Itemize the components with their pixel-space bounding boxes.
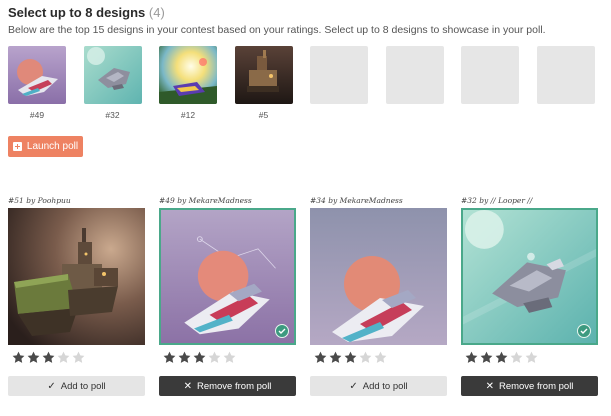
star-rating[interactable]: [314, 351, 447, 365]
empty-poll-slot[interactable]: [385, 46, 444, 120]
design-thumbnail[interactable]: [159, 46, 217, 104]
design-image[interactable]: [310, 208, 447, 345]
design-card: #32 by // Looper // ✕ Remove from poll: [461, 196, 598, 396]
star-empty-icon[interactable]: [223, 351, 236, 364]
star-filled-icon[interactable]: [163, 351, 176, 364]
add-to-poll-button[interactable]: ✓ Add to poll: [310, 376, 447, 396]
star-empty-icon[interactable]: [510, 351, 523, 364]
button-label: Add to poll: [60, 380, 106, 392]
design-thumbnail[interactable]: [8, 46, 66, 104]
page-title: Select up to 8 designs (4): [8, 5, 165, 20]
close-icon: ✕: [485, 380, 494, 392]
star-rating[interactable]: [163, 351, 296, 365]
star-filled-icon[interactable]: [495, 351, 508, 364]
star-filled-icon[interactable]: [329, 351, 342, 364]
empty-slot-placeholder[interactable]: [310, 46, 368, 104]
check-icon: ✓: [47, 380, 56, 392]
star-filled-icon[interactable]: [465, 351, 478, 364]
empty-slot-placeholder[interactable]: [461, 46, 519, 104]
empty-slot-placeholder[interactable]: [385, 46, 444, 104]
slot-number: #49: [29, 110, 45, 120]
empty-poll-slot[interactable]: [310, 46, 368, 120]
empty-poll-slot[interactable]: [536, 46, 595, 120]
slot-number: [310, 110, 368, 120]
design-image[interactable]: [159, 208, 296, 345]
button-label: Add to poll: [362, 380, 408, 392]
star-filled-icon[interactable]: [344, 351, 357, 364]
poll-slots: #49 #32 #12 #5: [8, 46, 611, 120]
design-caption: #51 by Poohpuu: [8, 196, 71, 205]
launch-poll-label: Launch poll: [26, 141, 79, 152]
poll-slot[interactable]: #49: [8, 46, 66, 120]
check-icon: ✓: [349, 380, 358, 392]
selected-check-icon: [275, 324, 289, 338]
design-card: #51 by Poohpuu ✓ Add to poll: [8, 196, 145, 396]
add-to-poll-button[interactable]: ✓ Add to poll: [8, 376, 145, 396]
slot-number: #12: [180, 110, 196, 120]
button-label: Remove from poll: [196, 380, 272, 392]
launch-poll-button[interactable]: Launch poll: [8, 136, 83, 157]
button-label: Remove from poll: [498, 380, 574, 392]
star-rating[interactable]: [465, 351, 598, 365]
selected-check-icon: [577, 324, 591, 338]
slot-number: [461, 110, 519, 120]
star-rating[interactable]: [12, 351, 145, 365]
design-cards: #51 by Poohpuu ✓ Add to poll #49 by Meka…: [8, 196, 611, 396]
design-card: #34 by MekareMadness ✓ Add to poll: [310, 196, 447, 396]
poll-slot[interactable]: #12: [159, 46, 217, 120]
slot-number: [537, 110, 595, 120]
design-caption: #34 by MekareMadness: [310, 196, 403, 205]
design-caption: #49 by MekareMadness: [159, 196, 252, 205]
selected-count: (4): [148, 5, 165, 20]
star-empty-icon[interactable]: [57, 351, 70, 364]
remove-from-poll-button[interactable]: ✕ Remove from poll: [461, 376, 598, 396]
close-icon: ✕: [183, 380, 192, 392]
title-text: Select up to 8 designs: [8, 5, 146, 20]
star-filled-icon[interactable]: [27, 351, 40, 364]
design-thumbnail[interactable]: [83, 46, 142, 104]
star-filled-icon[interactable]: [42, 351, 55, 364]
star-empty-icon[interactable]: [374, 351, 387, 364]
plus-square-icon: [12, 142, 22, 151]
page-subtitle: Below are the top 15 designs in your con…: [8, 24, 546, 36]
poll-slot[interactable]: #32: [83, 46, 142, 120]
design-image[interactable]: [8, 208, 145, 345]
remove-from-poll-button[interactable]: ✕ Remove from poll: [159, 376, 296, 396]
slot-number: #5: [258, 110, 269, 120]
star-filled-icon[interactable]: [193, 351, 206, 364]
star-filled-icon[interactable]: [314, 351, 327, 364]
star-filled-icon[interactable]: [12, 351, 25, 364]
star-empty-icon[interactable]: [208, 351, 221, 364]
slot-number: #32: [105, 110, 120, 120]
empty-poll-slot[interactable]: [461, 46, 519, 120]
empty-slot-placeholder[interactable]: [536, 46, 595, 104]
slot-number: [386, 110, 444, 120]
star-filled-icon[interactable]: [480, 351, 493, 364]
poll-slot[interactable]: #5: [234, 46, 293, 120]
star-filled-icon[interactable]: [178, 351, 191, 364]
design-caption: #32 by // Looper //: [461, 196, 533, 205]
design-image[interactable]: [461, 208, 598, 345]
star-empty-icon[interactable]: [525, 351, 538, 364]
star-empty-icon[interactable]: [72, 351, 85, 364]
design-thumbnail[interactable]: [234, 46, 293, 104]
design-card: #49 by MekareMadness ✕ Remove from poll: [159, 196, 296, 396]
star-empty-icon[interactable]: [359, 351, 372, 364]
